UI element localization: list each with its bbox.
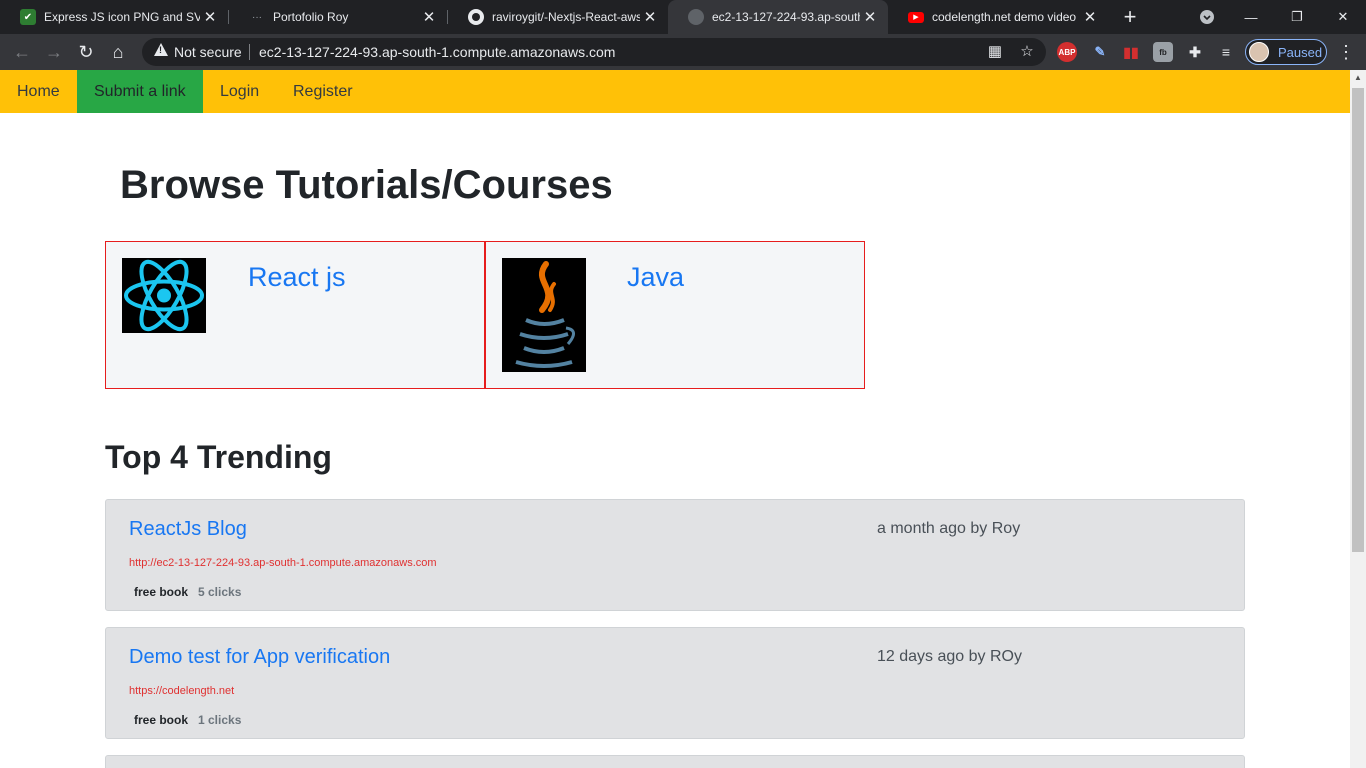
page-scrollbar[interactable]: ▲ xyxy=(1350,70,1366,768)
tab-search-icon[interactable] xyxy=(1184,0,1230,34)
adblock-icon[interactable]: ABP xyxy=(1057,42,1077,62)
trending-item: Demo test for App verification 12 days a… xyxy=(105,627,1245,739)
tab-title: Portofolio Roy xyxy=(273,10,349,24)
trending-item-tag: free book xyxy=(134,585,189,599)
nav-submit-link[interactable]: Submit a link xyxy=(77,70,203,113)
globe-icon xyxy=(688,9,704,25)
browser-tab-github[interactable]: raviroygit/-Nextjs-React-aws- ✕ xyxy=(448,0,668,34)
close-icon[interactable]: ✕ xyxy=(640,8,660,26)
security-label[interactable]: Not secure xyxy=(174,44,242,60)
audio-extension-icon[interactable]: ▮▮ xyxy=(1121,42,1141,62)
back-icon[interactable]: ← xyxy=(10,40,34,64)
dots-icon: ··· xyxy=(252,11,262,23)
youtube-icon: ▶ xyxy=(908,11,924,23)
category-card-react[interactable]: React js xyxy=(105,241,485,389)
nav-register[interactable]: Register xyxy=(276,70,370,113)
trending-item: ReactJs Blog a month ago by Roy http://e… xyxy=(105,499,1245,611)
trending-item-title[interactable]: Demo test for App verification xyxy=(129,646,390,669)
avatar xyxy=(1249,42,1269,62)
profile-button[interactable]: Paused xyxy=(1245,39,1327,65)
minimize-icon[interactable]: — xyxy=(1228,0,1274,34)
category-card-java[interactable]: Java xyxy=(485,241,865,389)
react-logo-icon xyxy=(122,258,206,333)
nav-login[interactable]: Login xyxy=(203,70,276,113)
tab-title: raviroygit/-Nextjs-React-aws- xyxy=(492,10,640,24)
qr-code-icon[interactable]: ▦ xyxy=(986,43,1004,61)
trending-item-tag: free book xyxy=(134,713,189,727)
home-icon[interactable]: ⌂ xyxy=(106,40,130,64)
trending-item xyxy=(105,755,1245,768)
browser-tab-youtube[interactable]: ▶ codelength.net demo video ✕ xyxy=(888,0,1108,34)
menu-kebab-icon[interactable]: ⋮ xyxy=(1336,40,1356,64)
trending-item-title[interactable]: ReactJs Blog xyxy=(129,518,247,541)
reading-list-icon[interactable]: ≡ xyxy=(1216,42,1236,62)
bookmark-star-icon[interactable]: ☆ xyxy=(1018,43,1036,61)
warning-icon[interactable] xyxy=(154,43,168,56)
tab-title: ec2-13-127-224-93.ap-south xyxy=(712,10,860,24)
close-icon[interactable]: ✕ xyxy=(1080,8,1100,26)
category-title[interactable]: Java xyxy=(627,262,684,293)
trending-item-url[interactable]: http://ec2-13-127-224-93.ap-south-1.comp… xyxy=(129,557,437,569)
site-navbar: Home Submit a link Login Register xyxy=(0,70,1350,113)
trending-item-url[interactable]: https://codelength.net xyxy=(129,685,234,697)
category-title[interactable]: React js xyxy=(248,262,346,293)
browser-tab-active[interactable]: ec2-13-127-224-93.ap-south ✕ xyxy=(668,0,888,34)
reload-icon[interactable]: ↻ xyxy=(74,40,98,64)
tab-title: codelength.net demo video xyxy=(932,10,1077,24)
nav-home[interactable]: Home xyxy=(0,70,77,113)
restore-icon[interactable]: ❐ xyxy=(1274,0,1320,34)
close-icon[interactable]: ✕ xyxy=(200,8,220,26)
pen-extension-icon[interactable]: ✎ xyxy=(1090,42,1110,62)
trending-heading: Top 4 Trending xyxy=(105,439,332,475)
scroll-up-icon[interactable]: ▲ xyxy=(1350,70,1366,86)
extensions-puzzle-icon[interactable]: ✚ xyxy=(1185,42,1205,62)
forward-icon[interactable]: → xyxy=(42,40,66,64)
close-icon[interactable]: ✕ xyxy=(860,8,880,26)
close-icon[interactable]: ✕ xyxy=(419,8,439,26)
window-close-icon[interactable]: ✕ xyxy=(1320,0,1366,34)
new-tab-icon[interactable]: + xyxy=(1118,5,1142,29)
page-title: Browse Tutorials/Courses xyxy=(120,163,613,207)
browser-tab-portfolio[interactable]: ··· Portofolio Roy ✕ xyxy=(229,0,447,34)
java-logo-icon xyxy=(502,258,586,372)
github-icon xyxy=(468,9,484,25)
trending-item-meta: a month ago by Roy xyxy=(877,520,1021,537)
tab-title: Express JS icon PNG and SVG xyxy=(44,10,200,24)
browser-toolbar: ← → ↻ ⌂ Not secure ec2-13-127-224-93.ap-… xyxy=(0,34,1366,70)
browser-tab-strip: ✔ Express JS icon PNG and SVG ✕ ··· Port… xyxy=(0,0,1366,34)
trending-item-meta: 12 days ago by ROy xyxy=(877,648,1022,665)
url-text[interactable]: ec2-13-127-224-93.ap-south-1.compute.ama… xyxy=(259,44,615,60)
scrollbar-thumb[interactable] xyxy=(1352,88,1364,552)
green-leaf-icon: ✔ xyxy=(20,9,36,25)
address-bar[interactable]: Not secure ec2-13-127-224-93.ap-south-1.… xyxy=(142,38,1046,66)
omnibox-divider xyxy=(249,44,250,60)
fb-extension-icon[interactable]: fb xyxy=(1153,42,1173,62)
browser-tab-express[interactable]: ✔ Express JS icon PNG and SVG ✕ xyxy=(0,0,228,34)
trending-item-clicks: 1 clicks xyxy=(198,713,242,727)
profile-status: Paused xyxy=(1278,45,1323,60)
trending-item-clicks: 5 clicks xyxy=(198,585,242,599)
